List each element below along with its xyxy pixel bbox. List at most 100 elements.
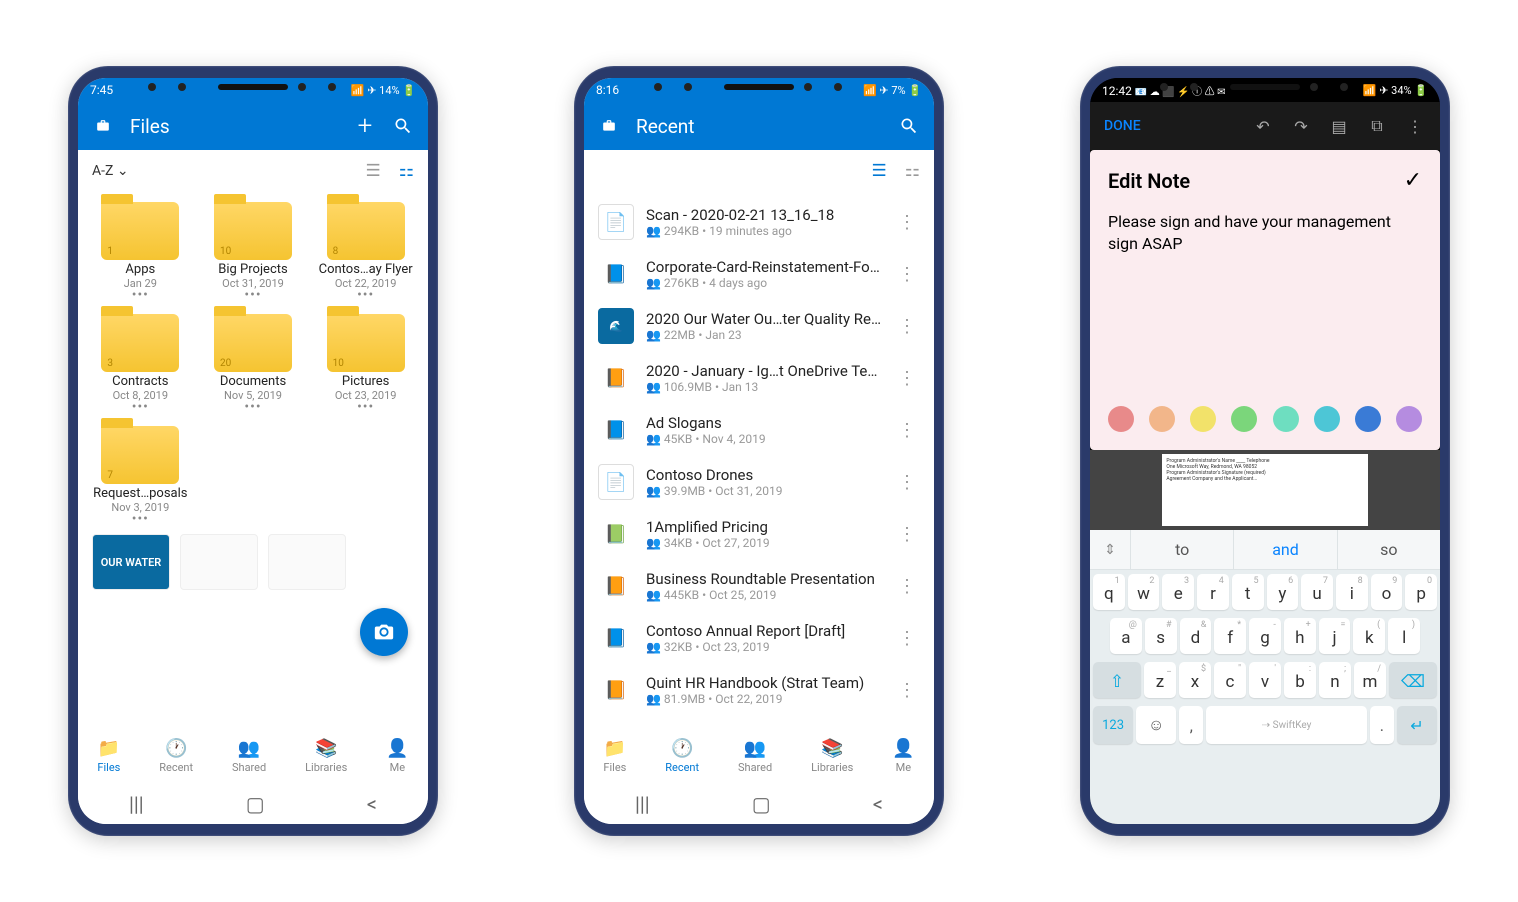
- file-row[interactable]: 🌊 2020 Our Water Ou…ter Quality Report 👥…: [584, 300, 934, 352]
- key-w[interactable]: 2w: [1128, 574, 1160, 610]
- enter-key[interactable]: ↵: [1397, 706, 1437, 744]
- more-icon[interactable]: ⋮: [894, 472, 920, 493]
- doc-thumbnail[interactable]: [268, 534, 346, 590]
- key-l[interactable]: )l: [1388, 618, 1420, 654]
- more-icon[interactable]: ⋮: [894, 680, 920, 701]
- more-icon[interactable]: ⋮: [894, 524, 920, 545]
- home-button[interactable]: ▢: [752, 792, 771, 816]
- file-row[interactable]: 📗 1Amplified Pricing 👥 34KB • Oct 27, 20…: [584, 508, 934, 560]
- key-d[interactable]: &d: [1180, 618, 1212, 654]
- more-icon[interactable]: •••: [132, 290, 149, 300]
- more-icon[interactable]: •••: [357, 402, 374, 412]
- more-icon[interactable]: ⋮: [894, 368, 920, 389]
- color-swatch[interactable]: [1273, 406, 1299, 432]
- nav-item-shared[interactable]: 👥Shared: [738, 738, 772, 774]
- key-g[interactable]: -g: [1249, 618, 1281, 654]
- key-c[interactable]: "c: [1214, 662, 1246, 698]
- nav-item-shared[interactable]: 👥Shared: [232, 738, 266, 774]
- more-icon[interactable]: ⋮: [894, 628, 920, 649]
- more-icon[interactable]: ⋮: [894, 420, 920, 441]
- key-v[interactable]: 'v: [1249, 662, 1281, 698]
- folder-item[interactable]: 3 Contracts Oct 8, 2019 •••: [86, 314, 195, 412]
- numeric-key[interactable]: 123: [1093, 706, 1133, 744]
- expand-icon[interactable]: ⇕: [1090, 542, 1130, 558]
- briefcase-icon[interactable]: [598, 115, 620, 137]
- key-j[interactable]: =j: [1319, 618, 1351, 654]
- color-swatch[interactable]: [1396, 406, 1422, 432]
- check-icon[interactable]: ✓: [1404, 168, 1422, 193]
- key-n[interactable]: ;n: [1319, 662, 1351, 698]
- folder-item[interactable]: 1 Apps Jan 29 •••: [86, 202, 195, 300]
- home-button[interactable]: ▢: [246, 792, 265, 816]
- key-z[interactable]: _z: [1144, 662, 1176, 698]
- key-k[interactable]: (k: [1353, 618, 1385, 654]
- key-x[interactable]: $x: [1179, 662, 1211, 698]
- more-icon[interactable]: •••: [244, 402, 261, 412]
- recents-button[interactable]: |||: [129, 792, 144, 816]
- color-swatch[interactable]: [1190, 406, 1216, 432]
- key-q[interactable]: 1q: [1093, 574, 1125, 610]
- suggestion-3[interactable]: so: [1337, 530, 1440, 569]
- more-icon[interactable]: •••: [132, 514, 149, 524]
- nav-item-files[interactable]: 📁Files: [603, 738, 626, 774]
- key-b[interactable]: :b: [1284, 662, 1316, 698]
- key-u[interactable]: 7u: [1301, 574, 1333, 610]
- more-icon[interactable]: ⋮: [894, 316, 920, 337]
- key-t[interactable]: 5t: [1232, 574, 1264, 610]
- backspace-key[interactable]: ⌫: [1389, 662, 1437, 698]
- nav-item-files[interactable]: 📁Files: [97, 738, 120, 774]
- key-h[interactable]: +h: [1284, 618, 1316, 654]
- file-row[interactable]: 📙 Quint HR Handbook (Strat Team) 👥 81.9M…: [584, 664, 934, 716]
- key-i[interactable]: 8i: [1336, 574, 1368, 610]
- grid-view-icon[interactable]: ⚏: [905, 161, 920, 181]
- key-p[interactable]: 0p: [1405, 574, 1437, 610]
- file-row[interactable]: 📘 RD Legal Report ⋮: [584, 716, 934, 728]
- space-key[interactable]: ⇢ SwiftKey: [1206, 706, 1366, 744]
- folder-item[interactable]: 7 Request…posals Nov 3, 2019 •••: [86, 426, 195, 524]
- color-swatch[interactable]: [1108, 406, 1134, 432]
- doc-thumbnail[interactable]: [180, 534, 258, 590]
- back-button[interactable]: <: [367, 792, 377, 816]
- key-e[interactable]: 3e: [1162, 574, 1194, 610]
- more-icon[interactable]: ⋮: [894, 264, 920, 285]
- grid-view-icon[interactable]: ⚏: [399, 161, 414, 181]
- file-row[interactable]: 📙 Business Roundtable Presentation 👥 445…: [584, 560, 934, 612]
- more-icon[interactable]: •••: [132, 402, 149, 412]
- emoji-key[interactable]: ☺: [1136, 706, 1176, 744]
- file-row[interactable]: 📄 Contoso Drones 👥 39.9MB • Oct 31, 2019…: [584, 456, 934, 508]
- suggestion-2[interactable]: and: [1233, 530, 1336, 569]
- done-button[interactable]: DONE: [1104, 118, 1141, 134]
- file-row[interactable]: 📄 Scan - 2020-02-21 13_16_18 👥 294KB • 1…: [584, 196, 934, 248]
- more-icon[interactable]: ⋮: [1404, 117, 1426, 136]
- color-swatch[interactable]: [1149, 406, 1175, 432]
- shift-key[interactable]: ⇧: [1093, 662, 1141, 698]
- file-row[interactable]: 📘 Contoso Annual Report [Draft] 👥 32KB •…: [584, 612, 934, 664]
- recents-button[interactable]: |||: [635, 792, 650, 816]
- nav-item-recent[interactable]: 🕐Recent: [665, 738, 699, 774]
- key-f[interactable]: *f: [1214, 618, 1246, 654]
- color-swatch[interactable]: [1231, 406, 1257, 432]
- suggestion-1[interactable]: to: [1130, 530, 1233, 569]
- file-row[interactable]: 📘 Ad Slogans 👥 45KB • Nov 4, 2019 ⋮: [584, 404, 934, 456]
- file-row[interactable]: 📘 Corporate-Card-Reinstatement-Form 👥 27…: [584, 248, 934, 300]
- comma-key[interactable]: ,: [1179, 706, 1203, 744]
- list-view-icon[interactable]: ☰: [366, 161, 381, 181]
- search-icon[interactable]: [392, 115, 414, 137]
- note-icon[interactable]: ▤: [1328, 117, 1350, 136]
- note-text[interactable]: Please sign and have your management sig…: [1108, 211, 1422, 394]
- redo-icon[interactable]: ↷: [1290, 117, 1312, 136]
- key-m[interactable]: /m: [1354, 662, 1386, 698]
- folder-item[interactable]: 8 Contos…ay Flyer Oct 22, 2019 •••: [311, 202, 420, 300]
- search-icon[interactable]: [898, 115, 920, 137]
- nav-item-recent[interactable]: 🕐Recent: [159, 738, 193, 774]
- period-key[interactable]: .: [1370, 706, 1394, 744]
- back-button[interactable]: <: [873, 792, 883, 816]
- file-row[interactable]: 📙 2020 - January - Ig…t OneDrive Teams 👥…: [584, 352, 934, 404]
- more-icon[interactable]: ⋮: [894, 212, 920, 233]
- nav-item-libraries[interactable]: 📚Libraries: [811, 738, 853, 774]
- color-swatch[interactable]: [1355, 406, 1381, 432]
- folder-item[interactable]: 20 Documents Nov 5, 2019 •••: [199, 314, 308, 412]
- more-icon[interactable]: •••: [357, 290, 374, 300]
- more-icon[interactable]: •••: [244, 290, 261, 300]
- key-s[interactable]: #s: [1145, 618, 1177, 654]
